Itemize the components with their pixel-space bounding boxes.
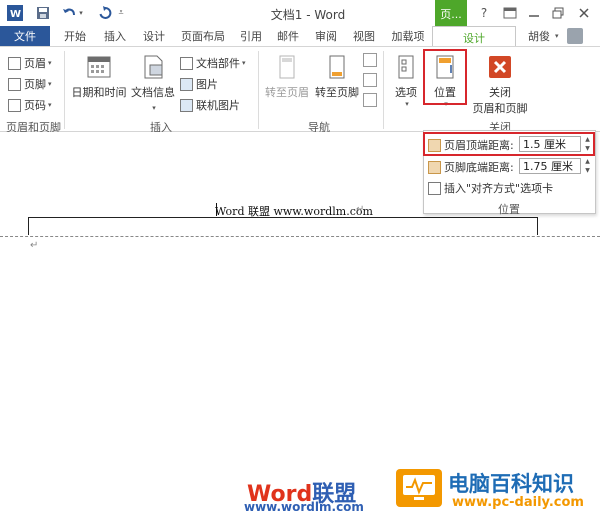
quick-parts-label: 文档部件	[196, 57, 240, 70]
chevron-down-icon: ▾	[242, 59, 246, 67]
goto-header-button[interactable]: 转至页眉	[262, 53, 312, 100]
align-tab-icon	[428, 181, 441, 195]
goto-footer-button[interactable]: 转至页脚	[312, 53, 362, 100]
tab-file[interactable]: 文件	[0, 26, 50, 46]
next-icon[interactable]	[363, 73, 377, 87]
document-info-icon	[144, 55, 163, 79]
user-name[interactable]: 胡俊	[528, 26, 550, 46]
close-window-icon[interactable]	[574, 5, 594, 21]
options-icon	[398, 55, 414, 79]
footer-from-bottom-label: 页脚底端距离:	[444, 161, 514, 174]
doc-info-button[interactable]: 文档信息▾	[130, 53, 176, 113]
footer-from-bottom-input[interactable]: 1.75 厘米	[519, 158, 581, 174]
header-rule-left	[28, 217, 29, 235]
footer-from-bottom-spinner[interactable]: ▲ ▼	[582, 158, 593, 174]
quick-parts-button[interactable]: 文档部件 ▾	[180, 55, 246, 71]
goto-header-label: 转至页眉	[265, 86, 309, 99]
footer-icon	[8, 77, 21, 91]
header-distance-highlight-box	[423, 132, 595, 156]
picture-icon	[180, 77, 193, 91]
header-rule-right	[537, 217, 538, 235]
close-label-line2: 页眉和页脚	[472, 102, 528, 115]
undo-dropdown-icon[interactable]: ▾	[76, 4, 86, 22]
insert-align-tab-label: 插入"对齐方式"选项卡	[444, 182, 554, 195]
ribbon: 页眉 ▾ 页脚 ▾ 页码 ▾ 页眉和页脚 日期和时间 文档信息▾ 文档部件 ▾ …	[0, 46, 600, 134]
tab-references[interactable]: 引用	[236, 26, 266, 46]
group-separator	[383, 51, 384, 129]
user-dropdown-icon[interactable]: ▾	[555, 32, 559, 40]
paragraph-mark: ↵	[356, 204, 365, 215]
options-label: 选项	[395, 86, 417, 99]
insert-align-tab-button[interactable]: 插入"对齐方式"选项卡	[428, 180, 553, 196]
avatar[interactable]	[567, 28, 583, 44]
tab-addins[interactable]: 加载项	[386, 26, 430, 46]
position-highlight-box	[423, 49, 467, 105]
previous-icon[interactable]	[363, 53, 377, 67]
online-picture-button[interactable]: 联机图片	[180, 97, 240, 113]
chevron-down-icon: ▾	[48, 101, 52, 109]
tab-view[interactable]: 视图	[348, 26, 380, 46]
header-button[interactable]: 页眉 ▾	[8, 55, 52, 71]
group-separator	[258, 51, 259, 129]
ribbon-display-options-icon[interactable]	[500, 5, 520, 21]
svg-text:W: W	[10, 9, 21, 20]
tab-page-layout[interactable]: 页面布局	[176, 26, 230, 46]
calendar-icon	[87, 56, 111, 78]
page-number-icon	[8, 98, 21, 112]
pc-daily-logo	[396, 469, 442, 507]
tab-review[interactable]: 审阅	[310, 26, 342, 46]
picture-label: 图片	[196, 78, 218, 91]
online-picture-label: 联机图片	[196, 99, 240, 112]
footer-button[interactable]: 页脚 ▾	[8, 76, 52, 92]
window-title: 文档1 - Word	[270, 8, 346, 22]
chevron-down-icon: ▾	[48, 80, 52, 88]
header-boundary-line	[0, 236, 600, 237]
quick-parts-icon	[180, 56, 193, 70]
tab-mailings[interactable]: 邮件	[272, 26, 304, 46]
tab-insert[interactable]: 插入	[98, 26, 132, 46]
date-time-button[interactable]: 日期和时间	[70, 53, 128, 100]
paragraph-mark: ↵	[30, 240, 39, 251]
close-label-line1: 关闭	[489, 86, 511, 99]
help-button[interactable]: ?	[474, 5, 494, 21]
goto-header-icon	[279, 55, 295, 79]
word-logo-icon: W	[6, 4, 24, 22]
footer-position-icon	[428, 160, 441, 174]
link-to-previous-icon[interactable]	[363, 93, 377, 107]
watermark-wordlm-url: www.wordlm.com	[244, 500, 364, 514]
title-bar: W ▾ ⩡ 文档1 - Word 页... ?	[0, 0, 600, 28]
group-label-position: 位置	[498, 203, 520, 216]
tab-home[interactable]: 开始	[58, 26, 92, 46]
chevron-down-icon: ▾	[405, 100, 409, 108]
date-time-label: 日期和时间	[71, 86, 127, 99]
restore-icon[interactable]	[548, 5, 568, 21]
header-rule	[28, 217, 538, 218]
page-number-button[interactable]: 页码 ▾	[8, 97, 52, 113]
close-icon	[489, 56, 511, 78]
doc-info-label: 文档信息▾	[131, 86, 175, 112]
ribbon-tab-strip: 文件 开始 插入 设计 页面布局 引用 邮件 审阅 视图 加载项 设计 胡俊 ▾	[0, 26, 600, 48]
minimize-icon[interactable]	[524, 5, 544, 21]
footer-from-bottom-row: 页脚底端距离:	[428, 159, 514, 175]
redo-icon[interactable]	[96, 4, 114, 22]
watermark-pc-daily-url: www.pc-daily.com	[452, 495, 584, 510]
picture-button[interactable]: 图片	[180, 76, 218, 92]
online-picture-icon	[180, 98, 193, 112]
tab-header-footer-design[interactable]: 设计	[432, 26, 516, 48]
group-separator	[64, 51, 65, 129]
page-number-label: 页码	[24, 99, 46, 112]
chevron-down-icon: ▾	[48, 59, 52, 67]
customize-qat-icon[interactable]: ⩡	[116, 4, 126, 22]
goto-footer-label: 转至页脚	[315, 86, 359, 99]
goto-footer-icon	[329, 55, 345, 79]
watermark-pc-daily-title: 电脑百科知识	[448, 472, 574, 496]
header-icon	[8, 56, 21, 70]
save-icon[interactable]	[34, 4, 52, 22]
header-label: 页眉	[24, 57, 46, 70]
context-tab-title: 页...	[435, 0, 467, 28]
close-header-footer-button[interactable]: 关闭 页眉和页脚	[468, 53, 532, 116]
options-button[interactable]: 选项 ▾	[388, 53, 424, 108]
tab-design[interactable]: 设计	[138, 26, 170, 46]
footer-label: 页脚	[24, 78, 46, 91]
